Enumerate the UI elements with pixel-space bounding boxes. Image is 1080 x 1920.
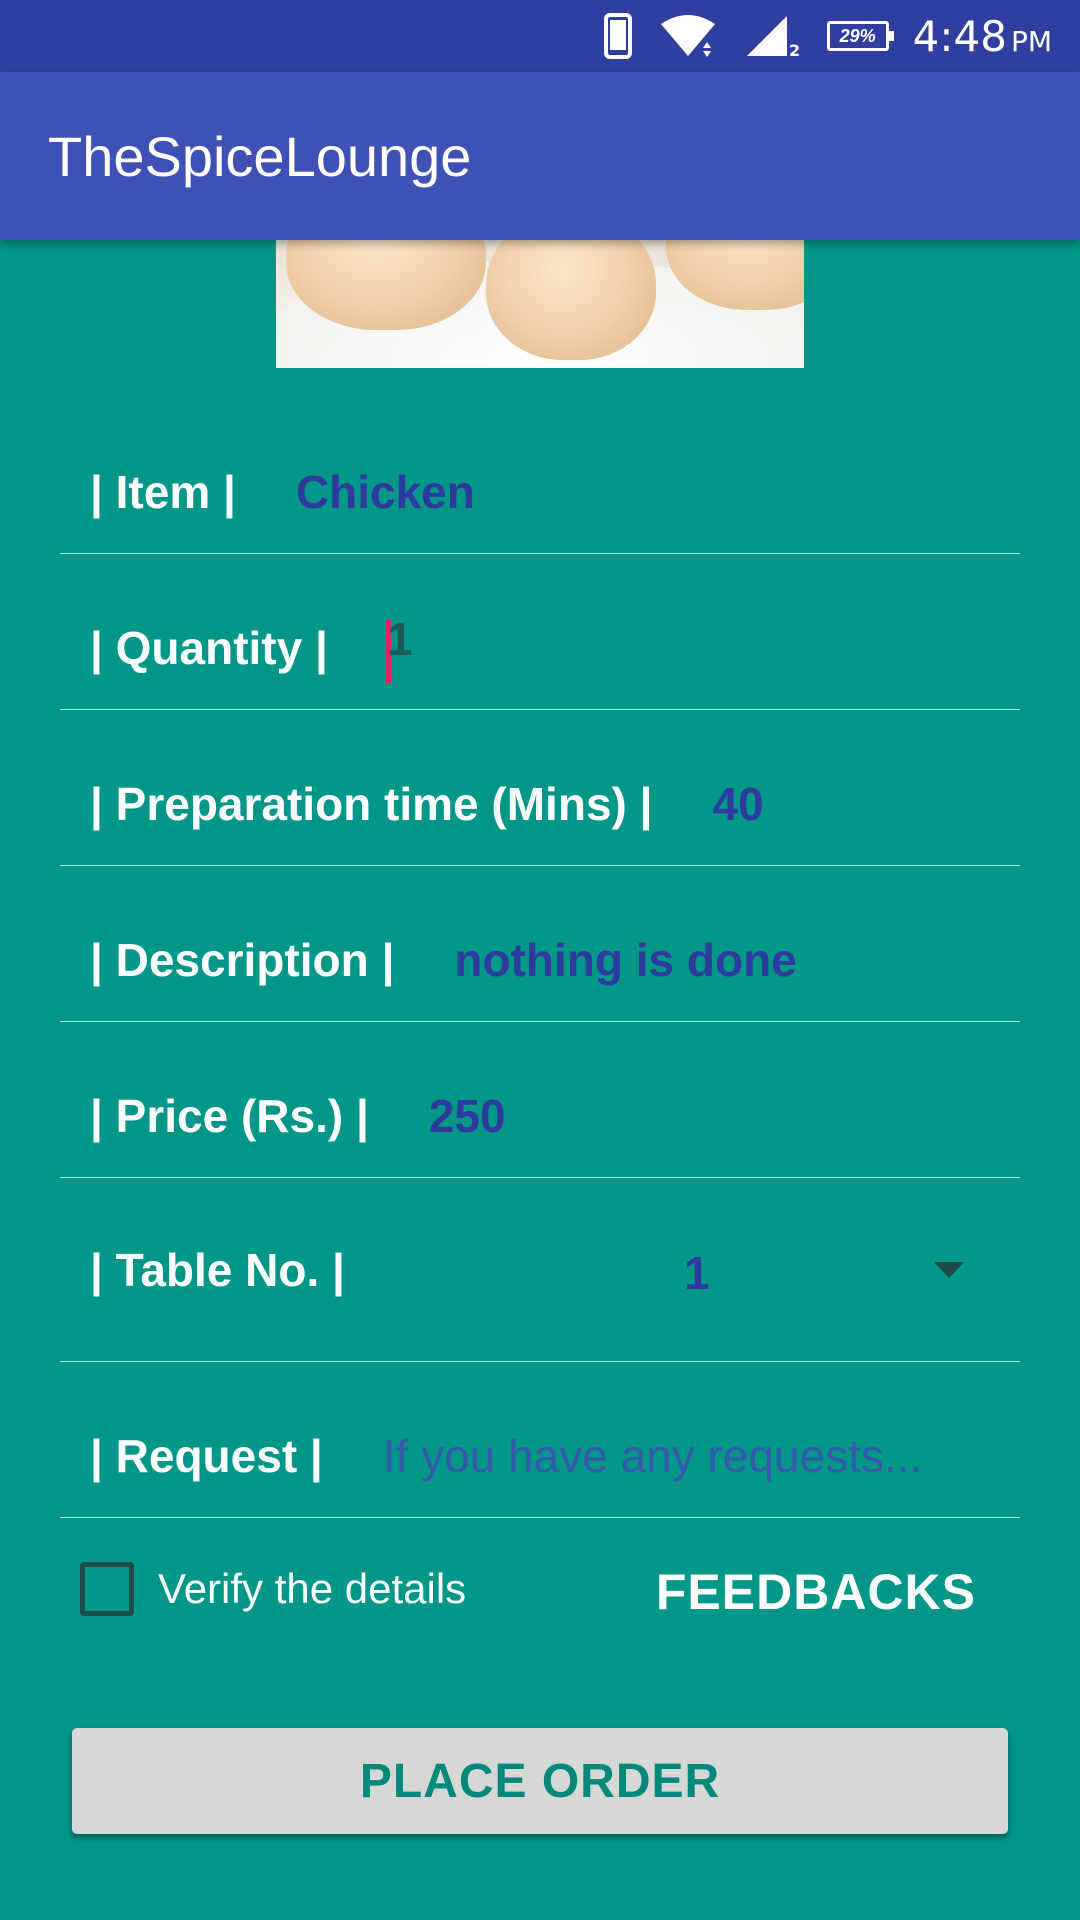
prep-time-value[interactable]: 40 — [713, 777, 764, 831]
prep-time-row: | Preparation time (Mins) | 40 — [60, 742, 1020, 866]
item-label: | Item | — [90, 465, 236, 518]
table-spinner-value[interactable]: 1 — [684, 1246, 710, 1300]
app-title: TheSpiceLounge — [48, 124, 472, 188]
food-image — [276, 220, 804, 368]
request-row: | Request | If you have any requests... — [60, 1394, 1020, 1518]
app-bar: TheSpiceLounge — [0, 72, 1080, 240]
item-value[interactable]: Chicken — [296, 465, 475, 519]
quantity-value: 1 — [386, 613, 413, 666]
request-label: | Request | — [90, 1429, 323, 1482]
battery-level: 29% — [826, 21, 894, 51]
description-label: | Description | — [90, 933, 395, 986]
price-value[interactable]: 250 — [429, 1089, 506, 1143]
price-row: | Price (Rs.) | 250 — [60, 1054, 1020, 1178]
quantity-label: | Quantity | — [90, 621, 328, 674]
signal-icon: 2 — [743, 14, 801, 58]
request-input[interactable]: If you have any requests... — [383, 1429, 923, 1483]
feedbacks-button[interactable]: FEEDBACKS — [656, 1562, 976, 1622]
prep-time-label: | Preparation time (Mins) | — [90, 777, 653, 830]
dumpling — [486, 220, 656, 360]
table-row[interactable]: | Table No. | 1 — [60, 1210, 1020, 1362]
quantity-row: | Quantity | 1 — [60, 586, 1020, 710]
verify-label[interactable]: Verify the details — [158, 1565, 466, 1613]
wifi-icon — [659, 14, 717, 58]
place-order-button[interactable]: PLACE ORDER — [72, 1728, 1008, 1834]
description-value[interactable]: nothing is done — [454, 933, 796, 987]
clock-ampm: PM — [1010, 24, 1052, 58]
battery-icon: 29% — [826, 21, 894, 51]
svg-text:2: 2 — [789, 41, 800, 58]
phone-icon — [603, 13, 633, 59]
clock-time: 4:48 — [912, 11, 1007, 61]
status-bar: 2 29% 4:48 PM — [0, 0, 1080, 72]
item-row: | Item | Chicken — [60, 430, 1020, 554]
quantity-input[interactable]: 1 — [385, 612, 413, 683]
description-row: | Description | nothing is done — [60, 898, 1020, 1022]
verify-checkbox[interactable] — [80, 1562, 134, 1616]
clock: 4:48 PM — [913, 12, 1052, 61]
dropdown-arrow-icon[interactable] — [934, 1262, 964, 1278]
verify-checkbox-row[interactable]: Verify the details — [80, 1562, 466, 1616]
price-label: | Price (Rs.) | — [90, 1089, 369, 1142]
table-label: | Table No. | — [90, 1243, 345, 1296]
